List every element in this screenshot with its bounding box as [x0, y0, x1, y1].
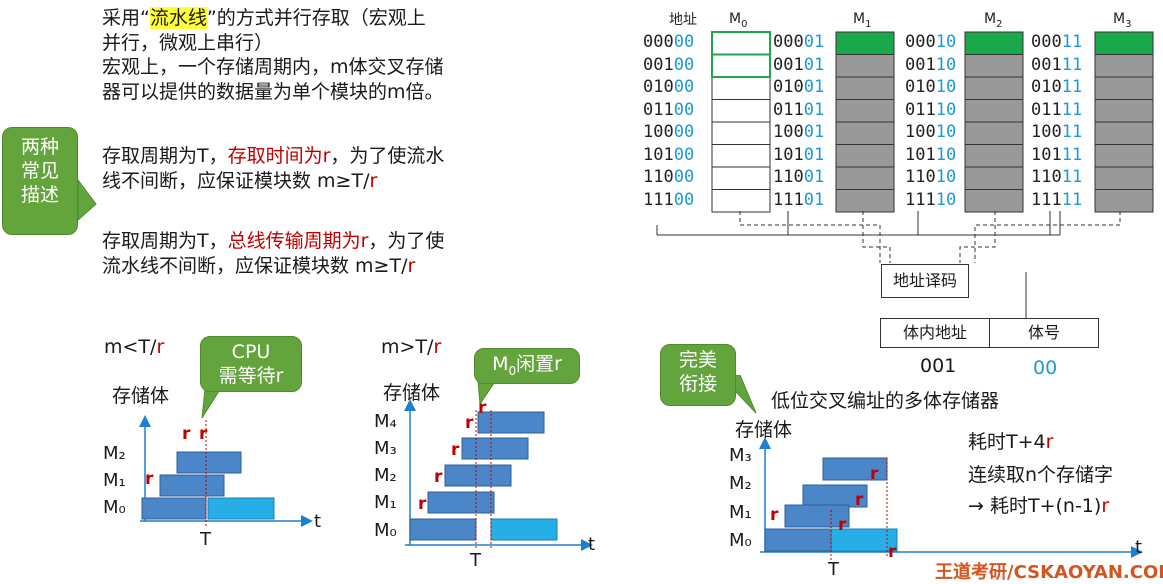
- mem-caption: 低位交叉编址的多体存储器: [771, 390, 1000, 412]
- tl3-module-m2: M₂: [729, 473, 752, 494]
- tl3-note-total: → 耗时T+(n-1)r: [968, 495, 1110, 517]
- tl2-T-label: T: [470, 550, 481, 571]
- para-bus-cycle: 存取周期为T，总线传输周期为r，为了使 流水线不间断，应保证模块数 m≥T/r: [102, 230, 445, 277]
- mem-value-in-bank: 001: [920, 355, 957, 377]
- tl2-bar-m2: [444, 464, 512, 487]
- tl3-note-consecutive: 连续取n个存储字: [968, 464, 1114, 486]
- mem-cell-3-0: [1094, 31, 1154, 55]
- mem-cell-0-7: [711, 189, 771, 213]
- tl3-note-time: 耗时T+4r: [968, 431, 1054, 453]
- mem-cell-2-7: [964, 189, 1024, 213]
- tl3-r-1: r: [770, 505, 779, 525]
- tl2-diagram: [404, 399, 593, 551]
- mem-cell-0-4: [711, 121, 771, 145]
- tl1-bubble-cpu-wait: CPU 需等待r: [200, 336, 302, 392]
- tl1-T-label: T: [200, 529, 211, 550]
- mem-cell-3-6: [1094, 166, 1154, 190]
- tl3-bar-m0-a: [764, 528, 832, 552]
- tl3-module-m1: M₁: [729, 502, 752, 523]
- tl2-bar-m3: [461, 437, 529, 460]
- tl3-t-label: t: [1135, 537, 1143, 558]
- mem-cell-3-7: [1094, 189, 1154, 213]
- para-pipeline: 采用“流水线”的方式并行存取（宏观上 并行，微观上串行） 宏观上，一个存储周期内…: [102, 7, 444, 104]
- mem-cell-2-1: [964, 54, 1024, 78]
- mem-diagram: [656, 31, 1154, 318]
- tl2-t-label: t: [588, 534, 596, 555]
- tl1-t-label: t: [314, 511, 322, 532]
- mem-field-bank-id: 体号: [989, 318, 1099, 348]
- tl1-diagram: [139, 415, 313, 527]
- tl2-bar-m0-a: [409, 518, 477, 541]
- tl3-T-label: T: [828, 559, 839, 580]
- mem-address-decoder: 地址译码: [881, 264, 969, 298]
- bubble-two-descriptions: 两种 常见 描述: [2, 127, 78, 235]
- tl3-r-2: r: [838, 515, 847, 535]
- mem-cell-0-6: [711, 166, 771, 190]
- mem-cell-1-4: [835, 121, 895, 145]
- tl1-r-2: r: [182, 424, 191, 444]
- mem-cell-1-7: [835, 189, 895, 213]
- mem-cell-3-1: [1094, 54, 1154, 78]
- mem-cell-0-0: [711, 31, 771, 55]
- tl2-bar-m4: [477, 411, 545, 434]
- tl1-r-3: r: [199, 424, 208, 444]
- mem-cell-3-3: [1094, 99, 1154, 123]
- tl1-condition: m<T/r: [104, 336, 165, 358]
- tl2-bubble-m0-idle: M0闲置r: [474, 348, 580, 384]
- tl3-r-3: r: [855, 490, 864, 510]
- tl2-condition: m>T/r: [381, 336, 442, 358]
- mem-cell-3-4: [1094, 121, 1154, 145]
- tl3-module-m3: M₃: [729, 445, 752, 466]
- mem-cell-1-1: [835, 54, 895, 78]
- mem-cell-2-0: [964, 31, 1024, 55]
- mem-cell-1-0: [835, 31, 895, 55]
- tl3-r-5: r: [888, 542, 897, 562]
- tl2-r-5: r: [478, 398, 487, 418]
- tl1-bar-m0-b: [207, 497, 275, 520]
- tl2-bar-m1: [427, 491, 495, 514]
- mem-cell-2-6: [964, 166, 1024, 190]
- tl2-r-3: r: [451, 440, 460, 460]
- tl3-r-4: r: [870, 464, 879, 484]
- tl2-r-1: r: [418, 494, 427, 514]
- mem-cell-2-3: [964, 99, 1024, 123]
- mem-cell-2-5: [964, 144, 1024, 168]
- tl1-bar-m1: [159, 474, 225, 497]
- mem-cell-2-2: [964, 76, 1024, 100]
- mem-value-bank-id: 00: [1033, 357, 1058, 379]
- tl2-bar-m0-b: [490, 518, 558, 541]
- mem-cell-3-2: [1094, 76, 1154, 100]
- mem-cell-1-2: [835, 76, 895, 100]
- mem-cell-1-6: [835, 166, 895, 190]
- tl3-bubble-perfect: 完美 衔接: [660, 344, 736, 406]
- mem-cell-1-5: [835, 144, 895, 168]
- mem-cell-0-2: [711, 76, 771, 100]
- tl2-r-2: r: [434, 467, 443, 487]
- tl1-bar-m2: [176, 451, 242, 474]
- tl1-r-1: r: [145, 469, 154, 489]
- mem-cell-2-4: [964, 121, 1024, 145]
- watermark: 王道考研/CSKAOYAN.COM: [935, 562, 1163, 583]
- pipeline-highlight: 流水线: [149, 7, 207, 29]
- mem-cell-0-1: [711, 54, 771, 78]
- mem-cell-0-5: [711, 144, 771, 168]
- tl2-r-4: r: [465, 413, 474, 433]
- mem-cell-3-5: [1094, 144, 1154, 168]
- tl3-module-m0: M₀: [729, 530, 752, 551]
- mem-cell-1-3: [835, 99, 895, 123]
- mem-cell-0-3: [711, 99, 771, 123]
- para-access-time: 存取周期为T，存取时间为r，为了使流水 线不间断，应保证模块数 m≥T/r: [102, 145, 445, 192]
- mem-field-in-bank-address: 体内地址: [880, 318, 990, 348]
- tl1-bar-m0-a: [141, 497, 207, 520]
